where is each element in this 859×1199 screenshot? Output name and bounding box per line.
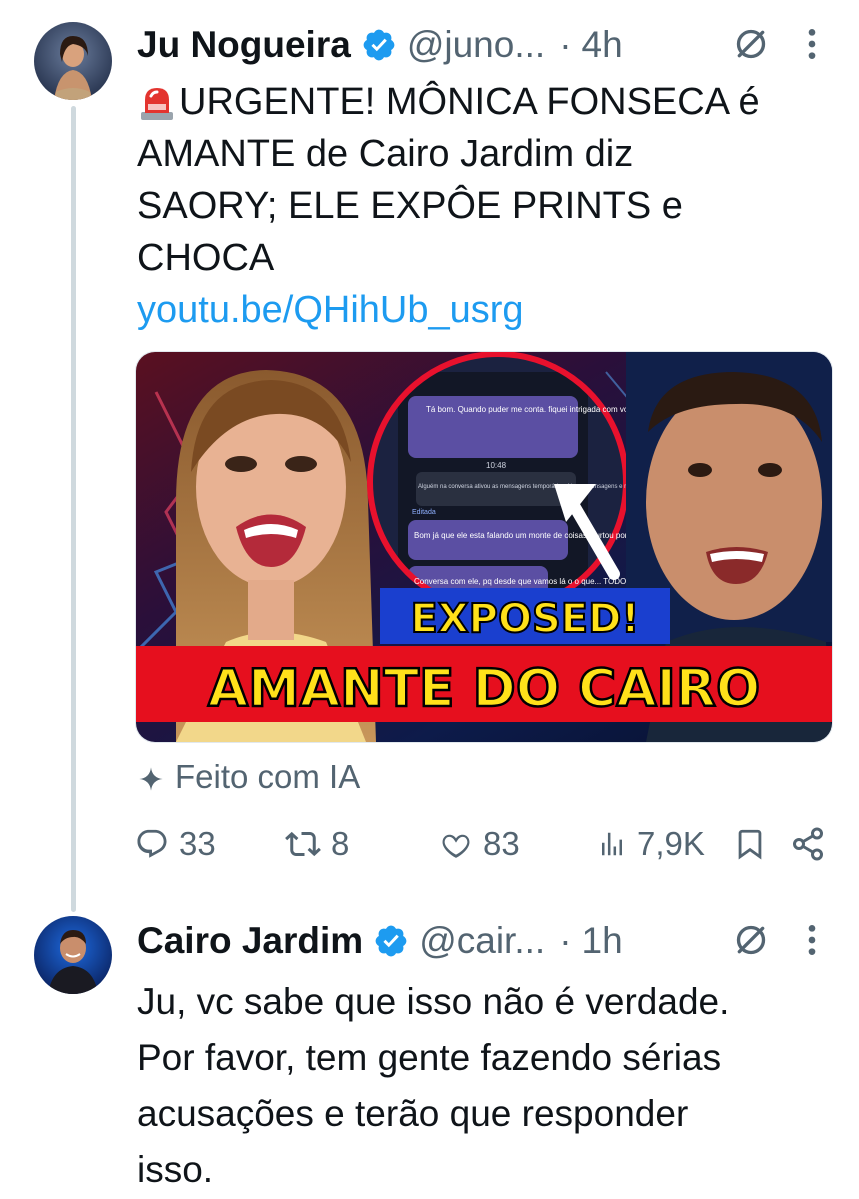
police-siren-emoji-icon	[137, 82, 177, 122]
verified-badge-icon	[361, 27, 397, 63]
share-icon	[793, 827, 823, 861]
tweet-text-line: AMANTE de Cairo Jardim diz	[137, 133, 634, 175]
grok-icon[interactable]	[731, 24, 771, 69]
repost-button[interactable]: 8	[285, 818, 349, 870]
separator-dot: ·	[559, 920, 572, 961]
like-count: 83	[483, 825, 520, 862]
reply-icon	[137, 829, 167, 858]
separator-dot: ·	[559, 24, 572, 65]
reply-count: 33	[179, 825, 216, 862]
reply-button[interactable]: 33	[135, 818, 216, 870]
sparkle-icon	[137, 763, 165, 791]
thumbnail-headline-main: AMANTE DO CAIRO	[208, 659, 760, 719]
chat-edited-label: Editada	[412, 509, 436, 516]
more-vertical-icon[interactable]	[805, 920, 819, 965]
more-vertical-icon[interactable]	[805, 24, 819, 69]
tweet-text-line: isso.	[137, 1149, 214, 1190]
like-button[interactable]: 83	[439, 818, 520, 870]
views-button[interactable]: 7,9K	[597, 818, 705, 870]
avatar-ju-nogueira[interactable]	[34, 22, 112, 100]
tweet-text-line: SAORY; ELE EXPÔE PRINTS e	[137, 185, 683, 227]
timestamp[interactable]: 1h	[582, 920, 623, 962]
author-handle[interactable]: @cair...	[419, 920, 545, 962]
tweet-header: Ju Nogueira @juno... · 4h	[137, 20, 623, 70]
author-name[interactable]: Ju Nogueira	[137, 24, 351, 66]
tweet-text-line: CHOCA	[137, 237, 275, 279]
repost-count: 8	[331, 825, 350, 862]
youtube-link[interactable]: youtu.be/QHihUb_usrg	[137, 284, 837, 336]
views-icon	[602, 832, 622, 856]
share-button[interactable]	[790, 818, 836, 870]
grok-icon[interactable]	[731, 920, 771, 965]
tweet-text-line: Ju, vc sabe que isso não é verdade.	[137, 981, 730, 1022]
tweet-actions-bar: 33 8 83 7,9K	[135, 818, 835, 870]
tweet-header: Cairo Jardim @cair... · 1h	[137, 916, 623, 966]
video-thumbnail[interactable]: Tá bom. Quando puder me conta. fiquei in…	[135, 351, 833, 743]
like-icon	[442, 834, 470, 858]
thumbnail-headline-top: EXPOSED!	[410, 596, 639, 642]
tweet-text-line: Por favor, tem gente fazendo sérias	[137, 1037, 722, 1078]
tweet-text: Ju, vc sabe que isso não é verdade. Por …	[137, 974, 837, 1198]
bookmark-button[interactable]	[733, 818, 777, 870]
avatar-cairo-jardim[interactable]	[34, 916, 112, 994]
ai-generated-label[interactable]: Feito com IA	[137, 754, 360, 800]
tweet-text: URGENTE! MÔNICA FONSECA é AMANTE de Cair…	[137, 76, 837, 336]
bookmark-icon	[738, 829, 762, 860]
timestamp[interactable]: 4h	[582, 24, 623, 66]
ai-label-text: Feito com IA	[175, 758, 361, 795]
views-count: 7,9K	[637, 825, 705, 862]
verified-badge-icon	[373, 923, 409, 959]
thread-connector-line	[71, 106, 76, 912]
repost-icon	[285, 831, 321, 857]
author-name[interactable]: Cairo Jardim	[137, 920, 363, 962]
tweet-text-line: acusações e terão que responder	[137, 1093, 689, 1134]
tweet-text-line: URGENTE! MÔNICA FONSECA é	[179, 81, 760, 123]
chat-time: 10:48	[486, 461, 507, 470]
author-handle[interactable]: @juno...	[407, 24, 545, 66]
